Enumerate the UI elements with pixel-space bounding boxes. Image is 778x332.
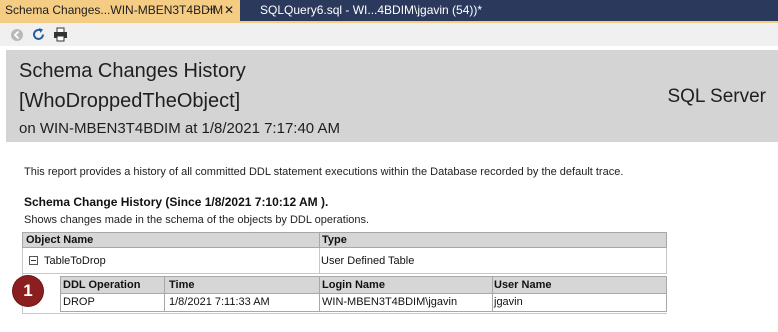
column-divider	[492, 277, 493, 294]
tab-sqlquery6[interactable]: SQLQuery6.sql - WI...4BDIM\jgavin (54))*	[246, 0, 506, 21]
close-icon[interactable]: ✕	[224, 0, 234, 21]
column-divider	[164, 294, 165, 311]
column-header-type: Type	[322, 234, 347, 246]
column-divider	[319, 294, 320, 311]
column-divider	[492, 294, 493, 311]
pin-icon[interactable]: ⊣	[205, 0, 215, 21]
user-name-value: jgavin	[494, 296, 523, 308]
object-name: TableToDrop	[44, 255, 106, 267]
detail-grid-header: DDL Operation Time Login Name User Name	[60, 276, 667, 294]
section-title: Schema Change History (Since 1/8/2021 7:…	[24, 195, 329, 209]
section-note: Shows changes made in the schema of the …	[24, 214, 370, 226]
report-subtitle: on WIN-MBEN3T4BDIM at 1/8/2021 7:17:40 A…	[19, 120, 340, 137]
column-header-time: Time	[169, 279, 195, 291]
login-name-value: WIN-MBEN3T4BDIM\jgavin	[322, 296, 458, 308]
report-title: Schema Changes History	[19, 60, 246, 82]
row-border	[22, 313, 667, 314]
step-number-badge: 1	[13, 276, 43, 306]
print-icon[interactable]	[52, 26, 69, 43]
column-header-ddl-operation: DDL Operation	[63, 279, 141, 291]
document-tab-strip: Schema Changes...WIN-MBEN3T4BDIM ⊣ ✕ SQL…	[0, 0, 778, 23]
report-toolbar	[0, 23, 778, 46]
time-value: 1/8/2021 7:11:33 AM	[169, 296, 270, 308]
detail-table-row: DROP 1/8/2021 7:11:33 AM WIN-MBEN3T4BDIM…	[60, 294, 667, 312]
column-divider	[319, 248, 320, 273]
column-header-object-name: Object Name	[26, 234, 94, 246]
tab-schema-changes[interactable]: Schema Changes...WIN-MBEN3T4BDIM ⊣ ✕	[0, 0, 240, 21]
refresh-icon[interactable]	[30, 26, 47, 43]
tab-label: Schema Changes...WIN-MBEN3T4BDIM	[5, 3, 224, 17]
object-type: User Defined Table	[321, 255, 415, 267]
collapse-icon[interactable]	[29, 256, 38, 265]
product-brand: SQL Server	[667, 86, 766, 107]
report-database-name: [WhoDroppedTheObject]	[19, 90, 241, 112]
report-description: This report provides a history of all co…	[24, 166, 624, 178]
column-divider	[319, 233, 320, 247]
column-divider	[319, 277, 320, 294]
column-header-user-name: User Name	[494, 279, 552, 291]
column-header-login-name: Login Name	[322, 279, 385, 291]
report-header: Schema Changes History [WhoDroppedTheObj…	[6, 50, 778, 142]
table-row: TableToDrop User Defined Table	[22, 248, 667, 274]
back-icon[interactable]	[8, 26, 25, 43]
tab-label: SQLQuery6.sql - WI...4BDIM\jgavin (54))*	[260, 3, 483, 17]
ddl-operation-value: DROP	[63, 296, 95, 308]
column-divider	[164, 277, 165, 294]
grid-header: Object Name Type	[22, 232, 667, 248]
